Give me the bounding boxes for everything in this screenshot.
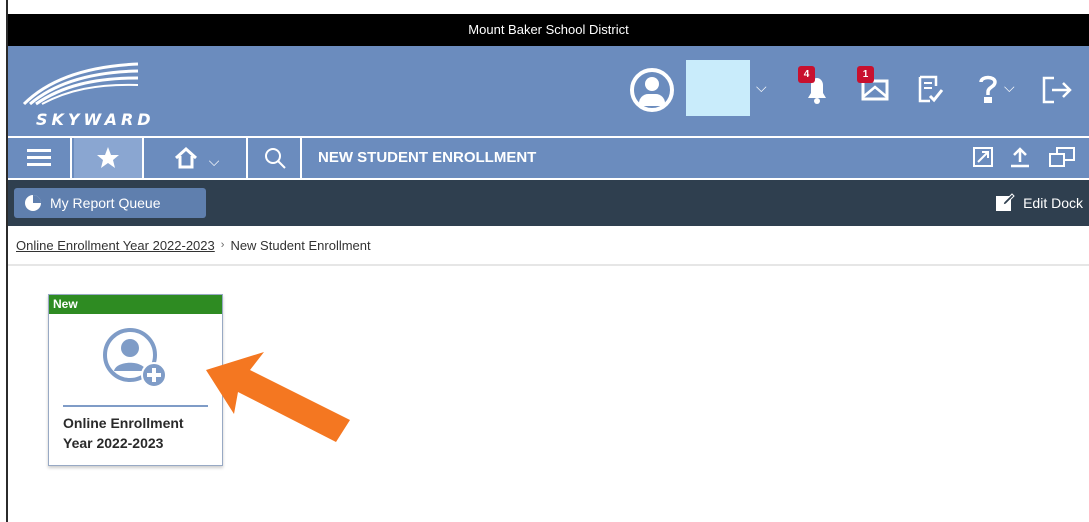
my-report-queue-label: My Report Queue bbox=[50, 195, 161, 211]
pie-chart-icon bbox=[25, 195, 41, 211]
logo-swoosh-icon bbox=[22, 62, 139, 106]
tile-divider bbox=[63, 405, 208, 407]
breadcrumb-separator-icon: › bbox=[220, 239, 225, 251]
tile-label-line2: Year 2022-2023 bbox=[63, 435, 164, 451]
edit-dock-button[interactable]: Edit Dock bbox=[995, 188, 1083, 218]
add-user-icon bbox=[103, 328, 167, 388]
tile-label-line1: Online Enrollment bbox=[63, 415, 184, 431]
logout-icon[interactable] bbox=[1040, 74, 1074, 110]
app-header: SKYWARD ⌵ 4 1 ⌵ bbox=[8, 46, 1089, 136]
profile-icon[interactable] bbox=[630, 68, 674, 112]
home-chevron-icon[interactable]: ⌵ bbox=[209, 154, 220, 170]
edit-dock-label: Edit Dock bbox=[1023, 195, 1083, 211]
logo-text: SKYWARD bbox=[36, 110, 155, 129]
breadcrumb-current: New Student Enrollment bbox=[230, 237, 371, 253]
district-title: Mount Baker School District bbox=[468, 22, 629, 37]
user-name-redacted[interactable] bbox=[686, 60, 750, 116]
menu-button[interactable] bbox=[8, 138, 72, 178]
search-button[interactable] bbox=[250, 138, 302, 178]
home-button[interactable]: ⌵ bbox=[146, 138, 248, 178]
star-icon bbox=[97, 147, 119, 168]
hamburger-icon bbox=[27, 149, 51, 166]
help-chevron-icon[interactable]: ⌵ bbox=[1004, 80, 1015, 96]
my-report-queue-button[interactable]: My Report Queue bbox=[14, 188, 206, 218]
dock-bar: My Report Queue Edit Dock bbox=[8, 180, 1089, 226]
breadcrumb-parent-link[interactable]: Online Enrollment Year 2022-2023 bbox=[16, 238, 215, 253]
chevron-down-icon[interactable]: ⌵ bbox=[756, 80, 767, 96]
district-title-bar: Mount Baker School District bbox=[8, 14, 1089, 46]
messages-badge: 1 bbox=[857, 66, 874, 83]
help-icon[interactable] bbox=[974, 70, 1002, 110]
main-toolbar: ⌵ NEW STUDENT ENROLLMENT bbox=[8, 136, 1089, 178]
online-enrollment-tile[interactable]: New Online Enrollment Year 2022-2023 bbox=[48, 294, 223, 466]
window-left-edge bbox=[0, 0, 8, 522]
new-badge: New bbox=[49, 295, 222, 314]
windows-icon[interactable] bbox=[1048, 146, 1076, 172]
page-title: NEW STUDENT ENROLLMENT bbox=[318, 149, 537, 166]
resize-icon[interactable] bbox=[972, 146, 994, 172]
checklist-icon[interactable] bbox=[914, 72, 946, 110]
notifications-badge: 4 bbox=[798, 66, 815, 83]
edit-icon bbox=[996, 193, 1015, 211]
tile-label: Online Enrollment Year 2022-2023 bbox=[63, 413, 219, 453]
skyward-logo[interactable]: SKYWARD bbox=[20, 58, 160, 129]
favorites-button[interactable] bbox=[74, 138, 144, 178]
arrow-annotation bbox=[206, 352, 350, 442]
home-icon bbox=[174, 146, 197, 169]
upload-icon[interactable] bbox=[1009, 146, 1031, 172]
search-icon bbox=[265, 148, 286, 169]
breadcrumb: Online Enrollment Year 2022-2023 › New S… bbox=[8, 226, 1089, 266]
